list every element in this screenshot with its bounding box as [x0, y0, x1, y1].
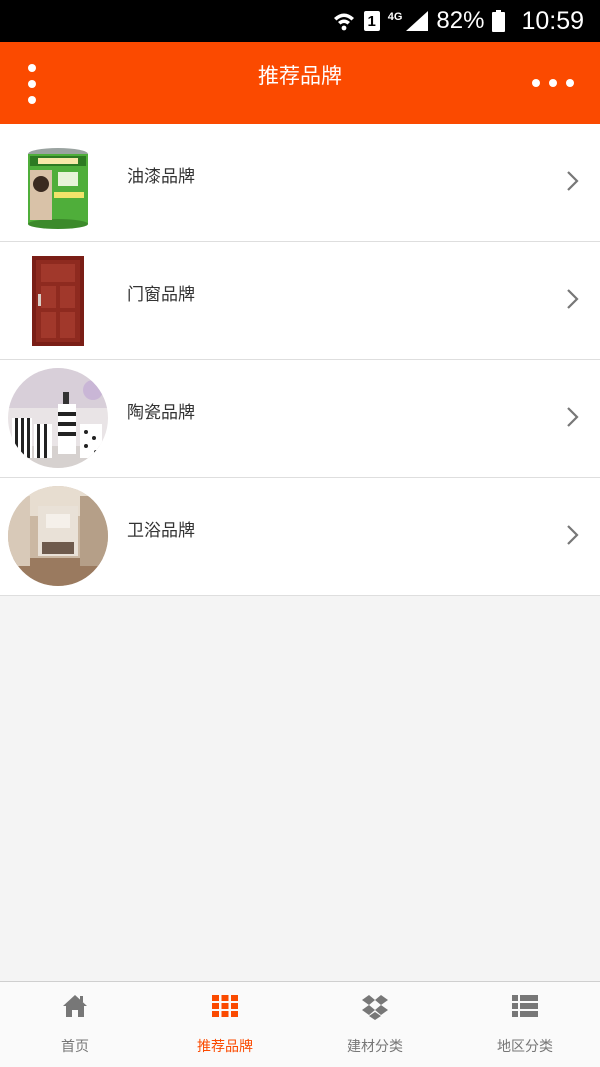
chevron-right-icon [567, 407, 579, 427]
brand-label: 卫浴品牌 [127, 521, 195, 541]
status-bar: 1 4G 82% 10:59 [0, 0, 600, 42]
tab-label: 地区分类 [497, 1039, 553, 1055]
brand-label: 油漆品牌 [127, 167, 195, 187]
network-type: 4G [387, 11, 403, 23]
brand-label: 陶瓷品牌 [127, 403, 195, 423]
battery-icon [492, 10, 506, 32]
battery-percent: 82% [436, 7, 485, 34]
list-item-paint-brand[interactable]: 油漆品牌 [0, 124, 600, 242]
home-icon [63, 995, 87, 1017]
paint-bucket-image [8, 132, 108, 232]
tab-label: 首页 [61, 1039, 89, 1055]
tab-home[interactable]: 首页 [0, 982, 150, 1067]
list-icon [512, 995, 538, 1017]
brand-list: 油漆品牌 门窗品牌 陶瓷品牌 卫浴品牌 [0, 124, 600, 596]
chevron-right-icon [567, 289, 579, 309]
tab-material-categories[interactable]: 建材分类 [300, 982, 450, 1067]
signal-icon [406, 11, 429, 31]
app-header: 推荐品牌 [0, 42, 600, 124]
chevron-right-icon [567, 525, 579, 545]
chevron-right-icon [567, 171, 579, 191]
list-item-bathroom-brand[interactable]: 卫浴品牌 [0, 478, 600, 596]
bottom-tab-bar: 首页 推荐品牌 建材分类 地区分类 [0, 981, 600, 1067]
bathroom-image [8, 486, 108, 586]
door-image [8, 250, 108, 350]
grid-icon [212, 995, 238, 1017]
dropbox-icon [362, 995, 388, 1020]
tab-label: 推荐品牌 [197, 1039, 253, 1055]
clock: 10:59 [521, 6, 584, 35]
brand-label: 门窗品牌 [127, 285, 195, 305]
tab-region-categories[interactable]: 地区分类 [450, 982, 600, 1067]
tab-label: 建材分类 [347, 1039, 403, 1055]
page-title: 推荐品牌 [258, 64, 342, 88]
tab-recommended-brands[interactable]: 推荐品牌 [150, 982, 300, 1067]
ceramics-image [8, 368, 108, 468]
list-item-door-brand[interactable]: 门窗品牌 [0, 242, 600, 360]
list-item-ceramics-brand[interactable]: 陶瓷品牌 [0, 360, 600, 478]
more-options-icon[interactable] [532, 78, 574, 88]
sim-slot-indicator: 1 [363, 11, 380, 31]
wifi-icon [333, 13, 354, 31]
